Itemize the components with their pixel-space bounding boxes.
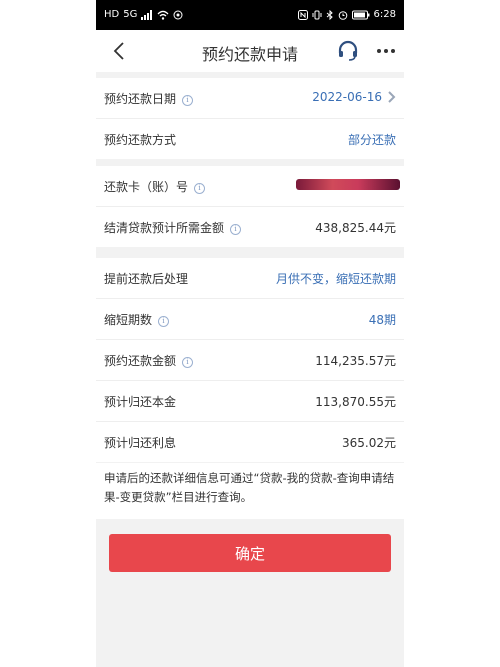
signal-icon [141, 9, 153, 20]
row-value: 114,235.57元 [315, 354, 396, 368]
chevron-right-icon [388, 91, 396, 103]
wifi-icon [157, 10, 169, 20]
row-value: 365.02元 [342, 436, 396, 450]
masked-card-number [296, 179, 400, 190]
alarm-icon [338, 10, 347, 20]
notice-text: 申请后的还款详细信息可通过“贷款-我的贷款-查询申请结果-变更贷款”栏目进行查询… [96, 463, 404, 519]
post-repayment-handling-row[interactable]: 提前还款后处理 月供不变，缩短还款期 [96, 258, 404, 299]
repayment-card-row: 还款卡（账）号 i [96, 166, 404, 207]
bluetooth-icon [326, 9, 333, 20]
confirm-button[interactable]: 确定 [109, 534, 391, 572]
row-label: 预计归还利息 [104, 436, 177, 450]
row-value: 部分还款 [347, 133, 396, 147]
sync-icon [173, 10, 183, 19]
row-label: 预约还款日期 i [104, 90, 194, 107]
repayment-date-row[interactable]: 预约还款日期 i 2022-06-16 [96, 78, 404, 119]
repayment-method-row[interactable]: 预约还款方式 部分还款 [96, 119, 404, 159]
customer-service-icon[interactable] [336, 39, 360, 63]
row-label: 还款卡（账）号 i [104, 178, 206, 195]
settlement-amount-row: 结清贷款预计所需金额 i 438,825.44元 [96, 207, 404, 247]
hd-badge: HD [104, 9, 120, 20]
interest-row: 预计归还利息 365.02元 [96, 422, 404, 462]
info-icon[interactable]: i [182, 95, 194, 106]
row-label: 预约还款方式 [104, 133, 177, 147]
row-value: 2022-06-16 [312, 90, 396, 104]
row-value: 113,870.55元 [315, 395, 396, 409]
shortened-periods-row: 缩短期数 i 48期 [96, 299, 404, 340]
row-value: 438,825.44元 [315, 221, 396, 235]
battery-icon [351, 10, 370, 19]
detail-section: 提前还款后处理 月供不变，缩短还款期 缩短期数 i 48期 预约还款金额 i 114… [96, 258, 404, 462]
account-section: 还款卡（账）号 i 结清贷款预计所需金额 i 438,825.44元 [96, 166, 404, 247]
repayment-amount-row: 预约还款金额 i 114,235.57元 [96, 340, 404, 381]
info-icon[interactable]: i [158, 316, 170, 327]
info-icon[interactable]: i [230, 224, 242, 235]
row-label: 提前还款后处理 [104, 272, 189, 286]
row-label: 预计归还本金 [104, 395, 177, 409]
more-options-icon[interactable] [374, 41, 398, 61]
row-value: 48期 [368, 313, 396, 327]
repayment-section: 预约还款日期 i 2022-06-16 预约还款方式 部分还款 [96, 78, 404, 159]
vibrate-icon [312, 10, 322, 19]
row-label: 结清贷款预计所需金额 i [104, 219, 242, 236]
notice-paragraph: 申请后的还款详细信息可通过“贷款-我的贷款-查询申请结果-变更贷款”栏目进行查询… [104, 471, 395, 504]
navigation-bar: 预约还款申请 [96, 30, 404, 72]
principal-row: 预计归还本金 113,870.55元 [96, 381, 404, 422]
clock-time: 6:28 [373, 9, 396, 20]
row-label: 预约还款金额 i [104, 352, 194, 369]
phone-screen: HD 5G 6:28 预约还款申请 预约还款日期 i 2022-06-16 预约… [96, 0, 404, 667]
nfc-icon [297, 9, 308, 20]
row-value: 月供不变，缩短还款期 [275, 272, 396, 286]
info-icon[interactable]: i [194, 183, 206, 194]
status-bar: HD 5G 6:28 [96, 0, 404, 30]
info-icon[interactable]: i [182, 357, 194, 368]
network-badge: 5G [123, 9, 138, 20]
row-label: 缩短期数 i [104, 311, 170, 328]
